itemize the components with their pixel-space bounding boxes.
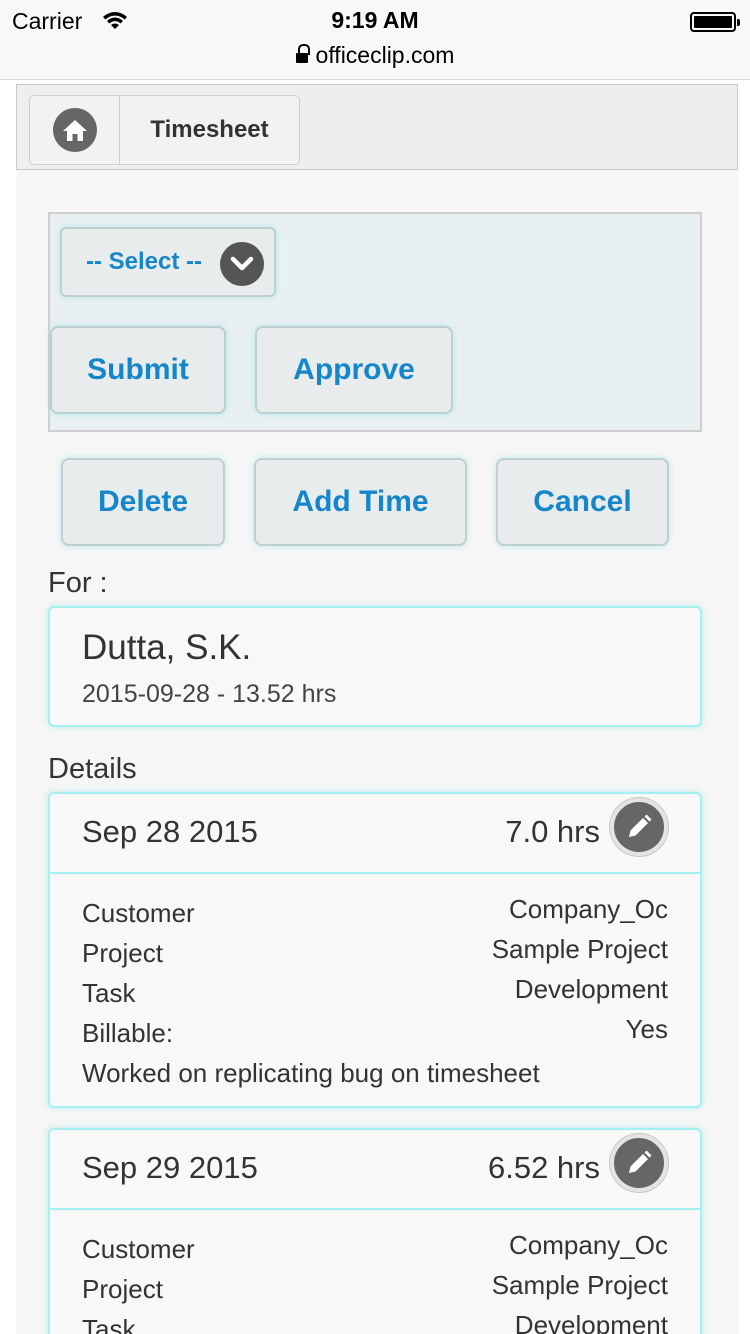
project-key: Project	[82, 1274, 163, 1304]
edit-entry-button[interactable]	[610, 1134, 668, 1192]
home-button[interactable]	[30, 96, 120, 164]
project-value: Sample Project	[491, 934, 668, 964]
entry-header: Sep 28 2015 7.0 hrs	[50, 794, 700, 874]
breadcrumb: Timesheet	[29, 95, 300, 165]
timesheet-summary: 2015-09-28 - 13.52 hrs	[82, 680, 337, 708]
employee-name: Dutta, S.K.	[82, 628, 252, 667]
project-row: Project Sample Project	[82, 934, 668, 978]
project-row: Project Sample Project	[82, 1270, 668, 1314]
customer-key: Customer	[82, 898, 195, 928]
address-bar[interactable]: officeclip.com	[0, 42, 750, 69]
time-entry-card: Sep 29 2015 6.52 hrs Customer Company_Oc…	[48, 1128, 702, 1334]
entry-header: Sep 29 2015 6.52 hrs	[50, 1130, 700, 1210]
customer-row: Customer Company_Oc	[82, 1230, 668, 1274]
project-key: Project	[82, 938, 163, 968]
home-icon	[52, 108, 97, 152]
entry-body: Customer Company_Oc Project Sample Proje…	[50, 1210, 700, 1334]
billable-value: Yes	[625, 1014, 668, 1044]
task-value: Development	[514, 974, 668, 1004]
task-row: Task Development	[82, 974, 668, 1018]
entry-hours: 6.52 hrs	[487, 1150, 600, 1185]
task-row: Task Development	[82, 1310, 668, 1334]
edit-entry-button[interactable]	[610, 798, 668, 856]
chevron-down-icon	[220, 242, 264, 286]
for-label: For :	[48, 567, 108, 599]
customer-key: Customer	[82, 1234, 195, 1264]
header-bar: Timesheet	[16, 84, 738, 170]
cancel-button[interactable]: Cancel	[496, 458, 669, 546]
delete-button[interactable]: Delete	[61, 458, 225, 546]
customer-row: Customer Company_Oc	[82, 894, 668, 938]
select-label: -- Select --	[86, 248, 203, 275]
task-key: Task	[82, 1314, 136, 1334]
entry-note: Worked on replicating bug on timesheet	[82, 1058, 540, 1088]
project-value: Sample Project	[491, 1270, 668, 1300]
task-key: Task	[82, 978, 136, 1008]
customer-value: Company_Oc	[509, 894, 668, 924]
url-text: officeclip.com	[315, 42, 455, 68]
lock-icon	[295, 44, 310, 64]
status-time: 9:19 AM	[331, 7, 419, 33]
add-time-button[interactable]: Add Time	[254, 458, 467, 546]
time-entry-card: Sep 28 2015 7.0 hrs Customer Company_Oc …	[48, 792, 702, 1108]
billable-row: Billable: Yes	[82, 1014, 668, 1058]
approve-button[interactable]: Approve	[255, 326, 453, 414]
details-label: Details	[48, 753, 137, 785]
pencil-icon	[629, 814, 652, 837]
billable-key: Billable:	[82, 1018, 174, 1048]
pencil-icon	[629, 1150, 652, 1173]
battery-icon	[690, 12, 740, 32]
entry-hours: 7.0 hrs	[505, 814, 600, 849]
submit-button[interactable]: Submit	[50, 326, 226, 414]
employee-card: Dutta, S.K. 2015-09-28 - 13.52 hrs	[48, 606, 702, 727]
customer-value: Company_Oc	[509, 1230, 668, 1260]
task-value: Development	[514, 1310, 668, 1334]
status-select[interactable]: -- Select --	[60, 227, 276, 297]
status-bar: Carrier 9:19 AM officeclip.com	[0, 0, 750, 80]
entry-body: Customer Company_Oc Project Sample Proje…	[50, 874, 700, 1089]
entry-date: Sep 29 2015	[82, 1150, 258, 1185]
entry-date: Sep 28 2015	[82, 814, 258, 849]
page-title[interactable]: Timesheet	[120, 96, 299, 164]
